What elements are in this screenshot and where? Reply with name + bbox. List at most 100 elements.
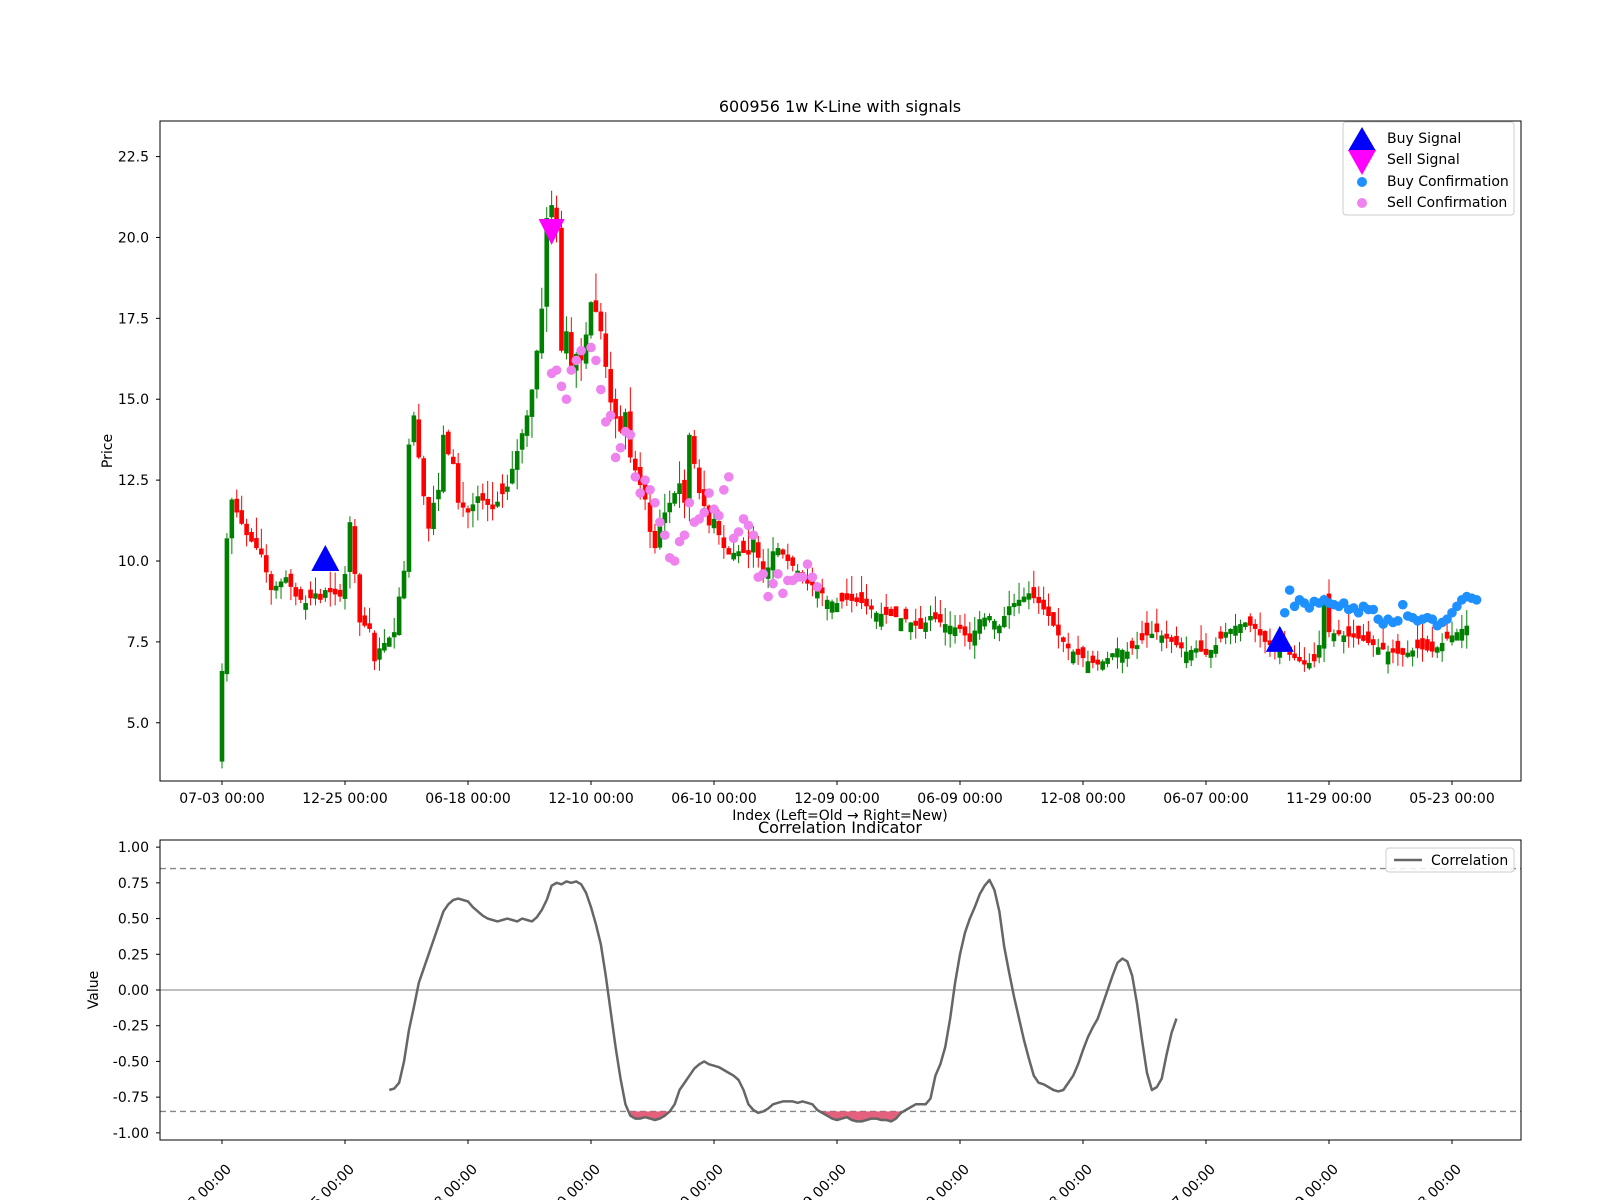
candle-body xyxy=(913,620,919,626)
candle-body xyxy=(391,632,397,638)
candle-body xyxy=(1164,633,1169,639)
candle-body xyxy=(500,483,505,495)
correlation-y-axis-label: Value xyxy=(86,971,102,1009)
candle-body xyxy=(755,542,761,558)
candle-body xyxy=(1336,630,1342,635)
correlation-legend: Correlation xyxy=(1385,847,1515,873)
legend-sell-confirmation-marker xyxy=(1357,198,1367,208)
candle-body xyxy=(480,493,486,501)
figure: 600956 1w K-Line with signals 5.0 7.5 10.0… xyxy=(0,0,1600,1200)
candle-body xyxy=(1129,640,1135,649)
candle-body xyxy=(352,526,358,574)
kline-legend: Buy Signal Sell Signal Buy Confirmation … xyxy=(1342,121,1515,216)
candle-body xyxy=(495,501,500,507)
kline-y-tick-label: 5.0 xyxy=(127,716,149,732)
candle-body xyxy=(372,632,377,662)
candle-body xyxy=(263,555,269,573)
correlation-y-tick-label: 1.00 xyxy=(118,840,149,856)
candle-body xyxy=(1425,639,1430,651)
candle-body xyxy=(229,499,235,539)
candle-body xyxy=(918,618,923,629)
candle-body xyxy=(1297,656,1302,662)
sell-confirmation-point xyxy=(723,472,734,482)
correlation-y-tick-label: -0.50 xyxy=(113,1054,149,1070)
candle-body xyxy=(844,593,850,600)
candle-body xyxy=(1110,653,1115,658)
candle-body xyxy=(928,616,933,621)
candle-body xyxy=(864,598,869,607)
candle-body xyxy=(406,444,412,572)
kline-x-tick-label: 07-03 00:00 xyxy=(179,791,264,807)
sell-confirmation-point xyxy=(561,394,572,405)
candle-body xyxy=(1031,587,1037,599)
candle-body xyxy=(1449,635,1455,643)
sell-confirmation-point xyxy=(699,507,709,518)
candle-body xyxy=(1061,637,1066,642)
sell-confirmation-point xyxy=(669,556,680,566)
sell-confirmation-point xyxy=(733,527,744,537)
candle-body xyxy=(254,538,259,549)
candle-body xyxy=(273,585,279,591)
kline-y-tick-label: 17.5 xyxy=(118,311,149,327)
candle-body xyxy=(1144,622,1150,636)
candle-body xyxy=(411,415,417,443)
candle-body xyxy=(938,614,943,623)
candle-body xyxy=(923,622,928,632)
kline-x-tick-label: 06-10 00:00 xyxy=(671,791,756,807)
candle-body xyxy=(1380,642,1386,650)
candle-body xyxy=(1169,637,1174,642)
candle-body xyxy=(323,590,328,598)
kline-x-tick-label: 06-09 00:00 xyxy=(917,791,1002,807)
candle-body xyxy=(977,619,982,634)
candle-body xyxy=(1056,624,1061,636)
candle-body xyxy=(593,300,599,312)
candle-body xyxy=(898,618,904,632)
candle-body xyxy=(1041,599,1046,610)
kline-title: 600956 1w K-Line with signals xyxy=(719,97,961,116)
candle-body xyxy=(859,592,864,604)
candle-body xyxy=(288,573,294,587)
candle-body xyxy=(1410,650,1415,657)
candle-body xyxy=(874,612,879,622)
candle-body xyxy=(1075,648,1081,655)
legend-buy-confirmation-marker xyxy=(1357,177,1367,187)
sell-confirmation-point xyxy=(812,582,823,592)
candle-body xyxy=(283,577,289,583)
candle-body xyxy=(549,205,554,218)
candle-body xyxy=(559,227,564,351)
candle-body xyxy=(854,597,859,602)
kline-x-tick-label: 12-09 00:00 xyxy=(794,791,879,807)
candle-body xyxy=(1105,658,1110,664)
candle-body xyxy=(1223,632,1228,638)
candle-body xyxy=(1085,661,1091,674)
legend-buy-confirmation-label: Buy Confirmation xyxy=(1387,174,1509,190)
candle-body xyxy=(1065,643,1071,649)
kline-x-tick-label: 06-18 00:00 xyxy=(425,791,510,807)
candle-body xyxy=(1021,596,1027,602)
candle-body xyxy=(1262,631,1268,642)
legend-buy-signal-label: Buy Signal xyxy=(1387,131,1461,147)
sell-confirmation-point xyxy=(655,517,665,527)
candle-body xyxy=(829,601,835,613)
candle-body xyxy=(687,434,692,504)
candle-body xyxy=(401,570,407,599)
candle-body xyxy=(278,581,284,588)
candle-body xyxy=(1400,648,1406,655)
correlation-y-tick-label: -1.00 xyxy=(113,1126,149,1142)
candle-body xyxy=(1346,626,1351,637)
candle-body xyxy=(1439,642,1445,652)
candle-body xyxy=(1444,631,1450,639)
candle-body xyxy=(318,593,323,600)
candle-body xyxy=(677,483,682,495)
sell-confirmation-point xyxy=(596,384,606,395)
candle-body xyxy=(716,521,722,536)
kline-x-tick-label: 11-29 00:00 xyxy=(1286,791,1371,807)
candle-body xyxy=(1366,631,1371,643)
candle-body xyxy=(1434,647,1440,653)
candle-body xyxy=(736,551,741,557)
kline-y-tick-label: 7.5 xyxy=(127,635,149,651)
candle-body xyxy=(357,574,363,623)
candle-body xyxy=(711,518,717,529)
candle-body xyxy=(1139,633,1145,641)
candle-body xyxy=(1070,651,1076,664)
